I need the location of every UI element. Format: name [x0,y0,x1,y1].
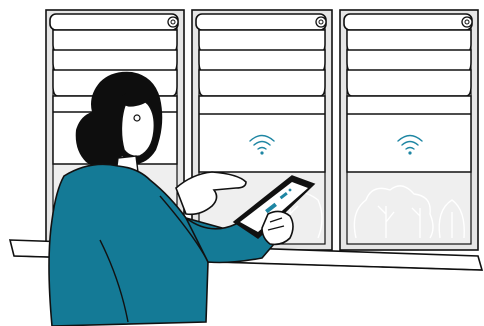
blind-shade-right [346,29,472,173]
blind-roller-left [49,13,179,31]
window-right [339,9,479,251]
face [120,97,156,158]
blind-shade-middle [198,29,326,173]
illustration-canvas [8,9,484,326]
blind-roller-right [343,13,473,31]
smart-blinds-illustration [0,0,484,326]
blind-roller-middle [195,13,327,31]
tablet-screen-dot [288,188,292,192]
